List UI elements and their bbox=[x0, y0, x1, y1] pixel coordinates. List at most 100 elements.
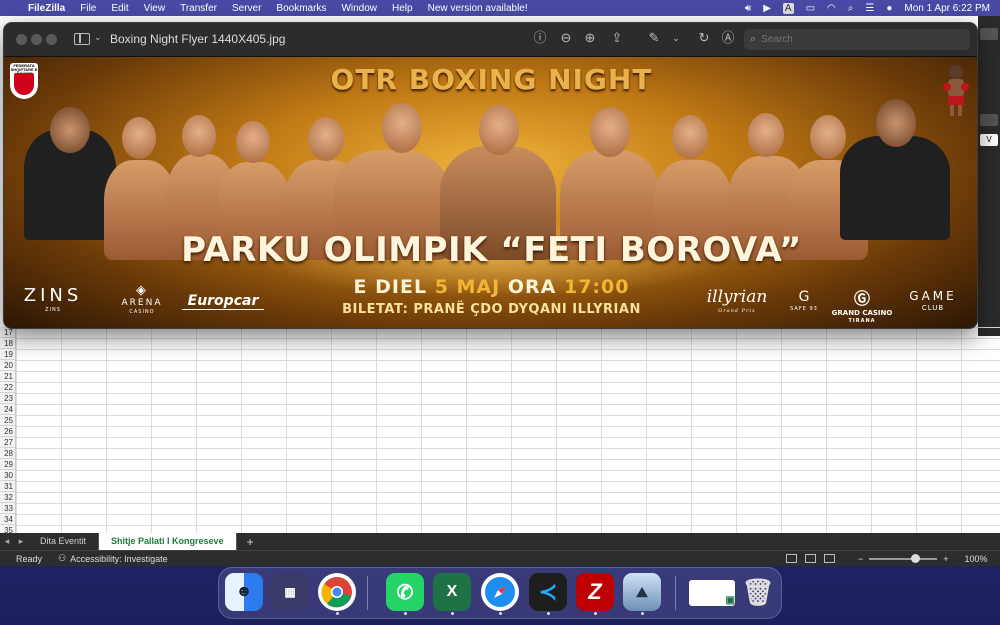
info-icon[interactable]: ⓘ bbox=[532, 30, 548, 46]
excel-window-thumbnail-icon: ▣ bbox=[725, 595, 735, 606]
excel-side-panel: V bbox=[978, 16, 1000, 336]
dock-whatsapp[interactable]: ✆ bbox=[386, 573, 424, 611]
excel-share-icon[interactable] bbox=[980, 28, 998, 40]
row-number[interactable]: 18 bbox=[0, 338, 15, 349]
menu-view[interactable]: View bbox=[144, 3, 166, 14]
zoom-in-icon[interactable]: ⊕ bbox=[582, 30, 598, 46]
row-number[interactable]: 29 bbox=[0, 459, 15, 470]
filezilla-icon: Z bbox=[588, 579, 602, 604]
whatsapp-icon: ✆ bbox=[396, 581, 414, 604]
menu-transfer[interactable]: Transfer bbox=[180, 3, 217, 14]
chevron-down-icon[interactable]: ⌄ bbox=[94, 32, 102, 43]
minimize-button[interactable] bbox=[31, 34, 42, 45]
row-number[interactable]: 24 bbox=[0, 404, 15, 415]
zoom-slider-knob[interactable] bbox=[911, 553, 921, 563]
rotate-icon[interactable]: ↻ bbox=[696, 30, 712, 46]
page-layout-view-icon[interactable] bbox=[805, 554, 816, 563]
dock-trash[interactable]: 🗑︎ bbox=[739, 573, 777, 611]
clock[interactable]: Mon 1 Apr 6:22 PM bbox=[904, 3, 990, 14]
sponsor-name: GAME bbox=[909, 289, 957, 303]
add-sheet-button[interactable]: + bbox=[247, 535, 254, 549]
zoom-slider[interactable] bbox=[869, 553, 938, 563]
menu-bookmarks[interactable]: Bookmarks bbox=[276, 3, 326, 14]
sponsor-sub: CASINO bbox=[129, 309, 155, 315]
dock-filezilla[interactable]: Z bbox=[576, 573, 614, 611]
volume-icon[interactable]: 🔊︎ bbox=[745, 3, 751, 14]
annotate-icon[interactable]: Ⓐ bbox=[720, 30, 736, 46]
markup-pen-icon[interactable]: ✎ bbox=[646, 30, 662, 46]
play-icon[interactable]: ▶︎ bbox=[763, 3, 771, 14]
row-number[interactable]: 23 bbox=[0, 393, 15, 404]
excel-dropdown-icon[interactable] bbox=[980, 114, 998, 126]
tab-scroll-left-icon[interactable]: ◂ bbox=[0, 536, 14, 547]
row-number[interactable]: 22 bbox=[0, 382, 15, 393]
siri-icon[interactable]: ● bbox=[886, 3, 892, 14]
row-number[interactable]: 26 bbox=[0, 426, 15, 437]
sponsor-name: GRAND CASINO bbox=[831, 309, 893, 317]
normal-view-icon[interactable] bbox=[786, 554, 797, 563]
accessibility-status[interactable]: ⚇ Accessibility: Investigate bbox=[58, 553, 168, 564]
poster-venue: PARKU OLIMPIK “FETI BOROVA” bbox=[181, 230, 802, 270]
running-indicator bbox=[336, 612, 339, 615]
menu-help[interactable]: Help bbox=[392, 3, 413, 14]
zoom-level[interactable]: 100% bbox=[965, 554, 988, 564]
markup-chevron-icon[interactable]: ⌄ bbox=[668, 30, 684, 46]
dock-excel[interactable]: X bbox=[433, 573, 471, 611]
dock-vscode[interactable]: ≺ bbox=[529, 573, 567, 611]
fighter-head bbox=[672, 115, 708, 159]
dock-preview[interactable]: ⛰ bbox=[623, 573, 661, 611]
spotlight-icon[interactable]: ⌕ bbox=[848, 3, 854, 14]
dock-launchpad[interactable]: ▦ bbox=[271, 573, 309, 611]
zoom-in-button[interactable]: + bbox=[943, 554, 948, 564]
vscode-icon: ≺ bbox=[538, 579, 558, 604]
dock-safari[interactable] bbox=[481, 573, 519, 611]
dock-finder[interactable]: ☻ bbox=[225, 573, 263, 611]
spreadsheet-grid[interactable] bbox=[0, 327, 1000, 533]
control-center-icon[interactable]: ☰ bbox=[865, 3, 874, 14]
share-icon[interactable]: ⇪ bbox=[609, 30, 625, 46]
menu-bar: FileZilla File Edit View Transfer Server… bbox=[0, 0, 1000, 16]
close-button[interactable] bbox=[16, 34, 27, 45]
row-number[interactable]: 31 bbox=[0, 481, 15, 492]
tab-scroll-right-icon[interactable]: ▸ bbox=[14, 536, 28, 547]
row-number[interactable]: 21 bbox=[0, 371, 15, 382]
row-number[interactable]: 19 bbox=[0, 349, 15, 360]
sheet-tab-dita-eventit[interactable]: Dita Eventit bbox=[28, 533, 100, 550]
sheet-tab-bar: ◂ ▸ Dita Eventit Shitje Pallati I Kongre… bbox=[0, 533, 1000, 550]
zoom-out-icon[interactable]: ⊖ bbox=[558, 30, 574, 46]
sponsor-name: Europcar bbox=[187, 293, 259, 309]
app-menu[interactable]: FileZilla bbox=[28, 3, 65, 14]
sponsor-logo-safe93: G SAFE 93 bbox=[788, 289, 820, 312]
sponsor-name: ZINS bbox=[23, 285, 83, 306]
row-number[interactable]: 25 bbox=[0, 415, 15, 426]
row-number[interactable]: 20 bbox=[0, 360, 15, 371]
zoom-window-button[interactable] bbox=[46, 34, 57, 45]
sheet-tab-shitje[interactable]: Shitje Pallati I Kongreseve bbox=[99, 533, 237, 550]
row-number[interactable]: 30 bbox=[0, 470, 15, 481]
battery-icon[interactable]: ▭ bbox=[806, 3, 815, 14]
dock-excel-window[interactable]: ▣ bbox=[689, 580, 735, 606]
row-number[interactable]: 34 bbox=[0, 514, 15, 525]
search-field[interactable]: ⌕ bbox=[744, 29, 970, 50]
menu-new-version[interactable]: New version available! bbox=[428, 3, 528, 14]
zoom-out-button[interactable]: − bbox=[858, 554, 863, 564]
dock-chrome[interactable] bbox=[318, 573, 356, 611]
menu-file[interactable]: File bbox=[80, 3, 96, 14]
sidebar-toggle-icon[interactable] bbox=[74, 33, 90, 45]
input-source-icon[interactable]: A bbox=[782, 2, 794, 14]
finder-icon: ☻ bbox=[235, 583, 253, 600]
row-number[interactable]: 32 bbox=[0, 492, 15, 503]
page-break-view-icon[interactable] bbox=[824, 554, 835, 563]
row-number[interactable]: 28 bbox=[0, 448, 15, 459]
search-input[interactable] bbox=[761, 34, 952, 45]
row-number[interactable]: 27 bbox=[0, 437, 15, 448]
sponsor-logo-zins: ZINS ZINS bbox=[16, 285, 90, 313]
launchpad-icon: ▦ bbox=[284, 585, 296, 599]
excel-cell-box[interactable]: V bbox=[980, 134, 998, 146]
safari-icon bbox=[485, 577, 515, 607]
menu-edit[interactable]: Edit bbox=[111, 3, 128, 14]
row-number[interactable]: 33 bbox=[0, 503, 15, 514]
menu-window[interactable]: Window bbox=[341, 3, 377, 14]
menu-server[interactable]: Server bbox=[232, 3, 261, 14]
wifi-icon[interactable]: ◠ bbox=[827, 3, 836, 14]
